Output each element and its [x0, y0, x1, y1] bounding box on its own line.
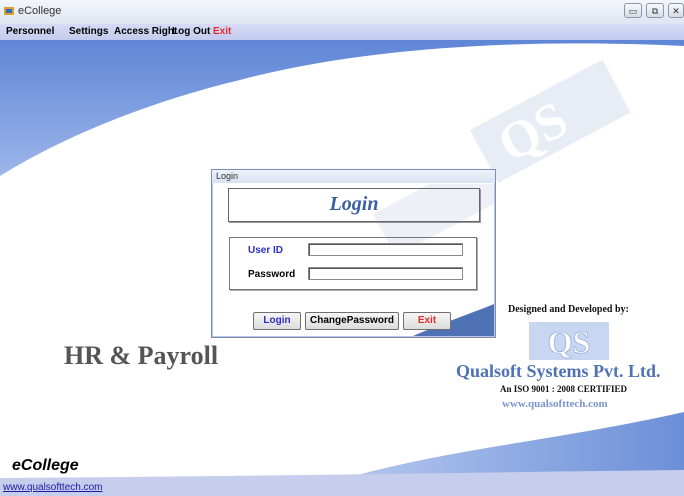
window-title: eCollege [18, 5, 62, 17]
credentials-group: User ID Password [229, 237, 477, 290]
minimize-button[interactable]: ▭ [624, 3, 642, 18]
login-dialog: Login Login User ID Password Login Chang… [211, 169, 496, 338]
menu-exit[interactable]: Exit [213, 26, 231, 37]
password-input[interactable] [308, 267, 463, 280]
password-label: Password [248, 269, 296, 280]
qs-logo: QS [529, 322, 609, 360]
product-name: HR & Payroll [64, 341, 219, 370]
app-icon [4, 7, 14, 15]
title-bar: eCollege ▭ ⧉ ✕ [0, 0, 684, 25]
company-name: Qualsoft Systems Pvt. Ltd. [456, 361, 661, 381]
company-website: www.qualsofttech.com [502, 398, 608, 410]
menu-settings[interactable]: Settings [69, 26, 108, 37]
menu-personnel[interactable]: Personnel [6, 26, 54, 37]
logo-text: QS [548, 324, 591, 360]
close-button[interactable]: ✕ [668, 3, 684, 18]
login-dialog-title: Login [216, 171, 239, 181]
menu-log-out[interactable]: Log Out [172, 26, 210, 37]
button-panel: Login ChangePassword Exit [213, 307, 494, 335]
menu-bar: Personnel Settings Access Right Log Out … [0, 24, 684, 40]
user-id-label: User ID [248, 245, 284, 256]
change-password-button[interactable]: ChangePassword [305, 312, 399, 330]
exit-button[interactable]: Exit [403, 312, 451, 330]
login-button[interactable]: Login [253, 312, 301, 330]
website-link[interactable]: www.qualsofttech.com [3, 482, 103, 493]
user-id-input[interactable] [308, 243, 463, 256]
status-bar: www.qualsofttech.com [0, 480, 684, 496]
app-name-brand: eCollege [12, 457, 79, 474]
maximize-button[interactable]: ⧉ [646, 3, 664, 18]
certification-label: An ISO 9001 : 2008 CERTIFIED [500, 384, 627, 394]
login-dialog-titlebar: Login [212, 170, 495, 183]
designed-by-label: Designed and Developed by: [508, 304, 629, 315]
menu-access-right[interactable]: Access Right [114, 26, 177, 37]
